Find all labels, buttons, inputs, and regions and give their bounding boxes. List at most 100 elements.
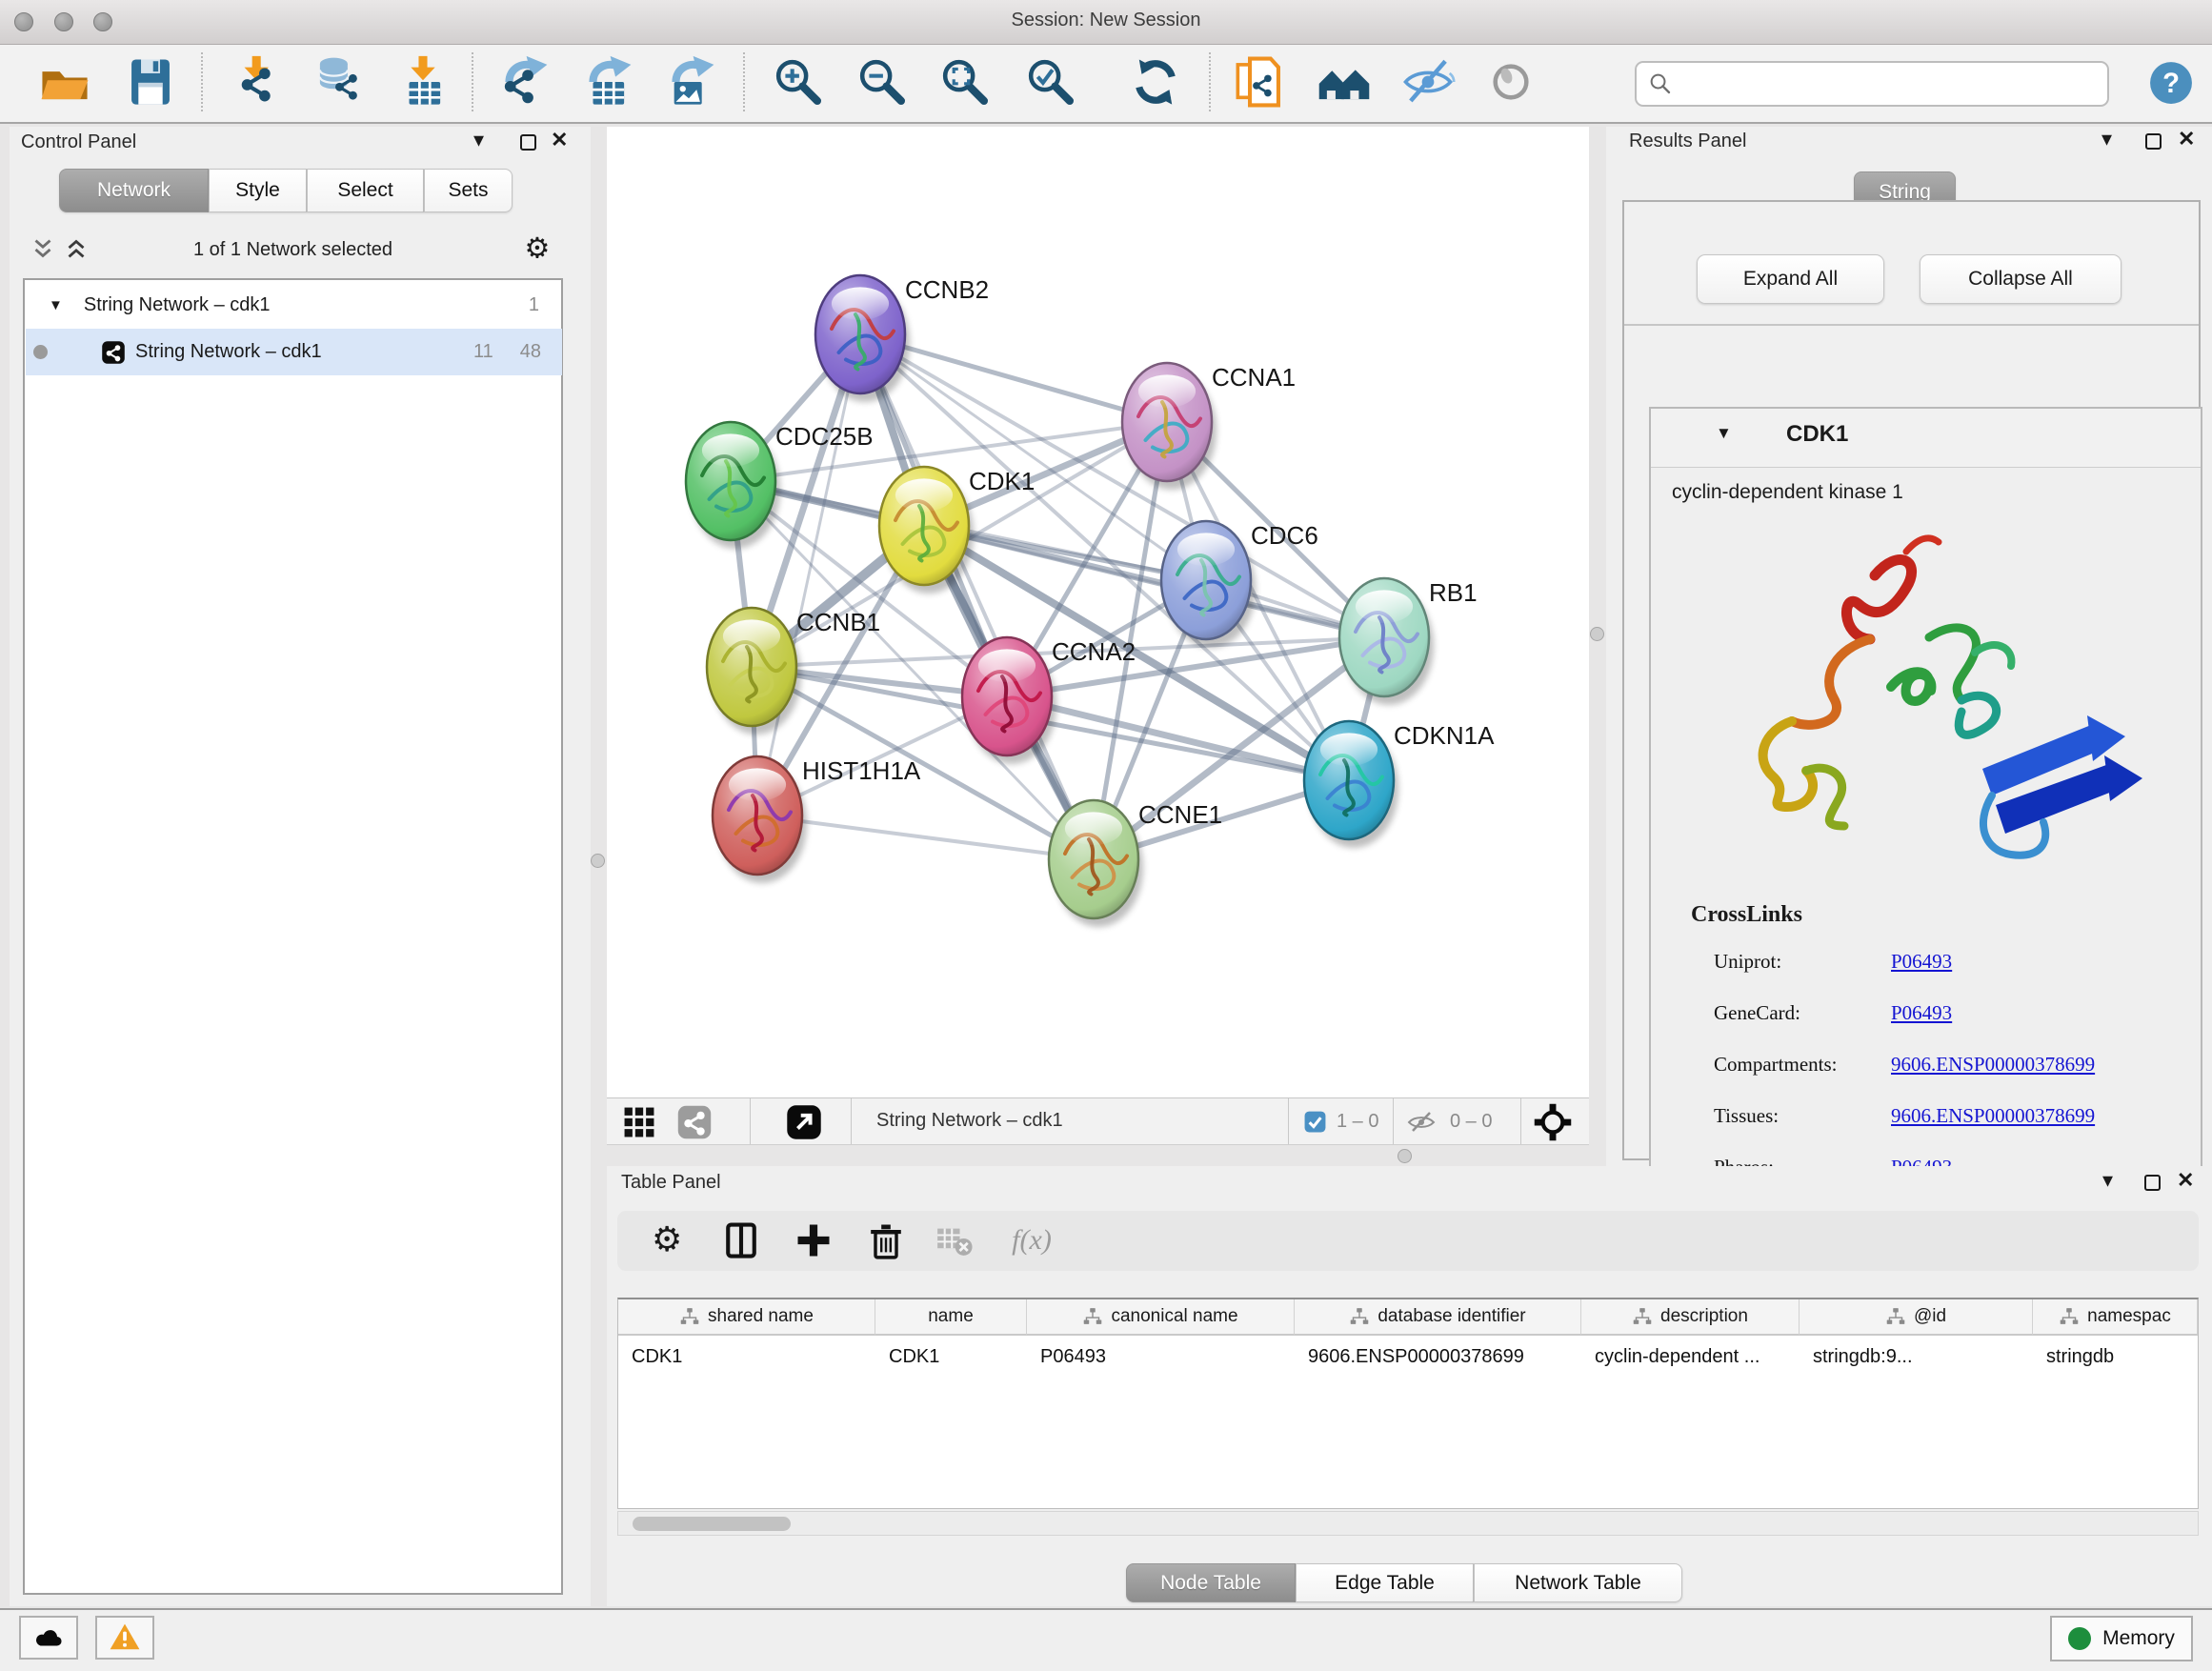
left-splitter-handle[interactable] bbox=[591, 854, 605, 868]
import-table-file-icon[interactable] bbox=[395, 54, 451, 110]
warning-button[interactable] bbox=[95, 1616, 154, 1660]
network-canvas[interactable]: CCNB2 CCNA1 CDC25B CDK1 CDC6 RB1 CCNB1 C… bbox=[607, 127, 1589, 1097]
crosslink-compartments-link[interactable]: 9606.ENSP00000378699 bbox=[1891, 1053, 2095, 1077]
import-network-file-icon[interactable] bbox=[231, 54, 286, 110]
zoom-in-icon[interactable] bbox=[771, 54, 826, 110]
tab-edge-table[interactable]: Edge Table bbox=[1296, 1563, 1474, 1602]
table-cell[interactable]: CDK1 bbox=[618, 1338, 875, 1376]
gear-icon[interactable]: ⚙ bbox=[646, 1219, 688, 1261]
node-label-CCNB1: CCNB1 bbox=[796, 608, 880, 636]
toolbar-separator bbox=[201, 52, 203, 111]
gear-icon[interactable]: ⚙ bbox=[518, 230, 556, 268]
crosslink-row: Tissues:9606.ENSP00000378699 bbox=[1651, 1102, 2201, 1135]
table-horizontal-scrollbar[interactable] bbox=[617, 1511, 2199, 1536]
node-RB1[interactable] bbox=[1339, 578, 1434, 705]
node-HIST1H1A[interactable] bbox=[713, 756, 807, 883]
scrollbar-thumb[interactable] bbox=[633, 1517, 791, 1531]
column-header-namespac[interactable]: namespac bbox=[2033, 1299, 2198, 1336]
import-network-database-icon[interactable] bbox=[310, 54, 365, 110]
panel-float-icon[interactable] bbox=[2144, 1175, 2161, 1191]
memory-button[interactable]: Memory bbox=[2050, 1616, 2193, 1661]
table-cell[interactable]: stringdb:9... bbox=[1800, 1338, 2033, 1376]
column-header-description[interactable]: description bbox=[1581, 1299, 1800, 1336]
tab-network[interactable]: Network bbox=[59, 169, 209, 212]
share-view-icon[interactable] bbox=[676, 1104, 713, 1140]
hide-panels-icon[interactable] bbox=[1400, 54, 1456, 110]
cloud-button[interactable] bbox=[19, 1616, 78, 1660]
search-input[interactable] bbox=[1682, 64, 2107, 104]
export-image-icon[interactable] bbox=[662, 54, 717, 110]
refresh-view-icon[interactable] bbox=[1128, 54, 1183, 110]
panel-close-icon[interactable]: ✕ bbox=[551, 131, 568, 150]
delete-column-icon[interactable] bbox=[865, 1219, 907, 1261]
hidden-eye-slash-icon[interactable] bbox=[1406, 1107, 1437, 1137]
function-builder-icon[interactable]: f(x) bbox=[998, 1219, 1065, 1261]
delete-table-icon[interactable] bbox=[934, 1219, 975, 1261]
zoom-selected-icon[interactable] bbox=[1023, 54, 1078, 110]
panel-menu-caret-icon[interactable]: ▾ bbox=[473, 131, 484, 150]
column-header-shared-name[interactable]: shared name bbox=[618, 1299, 875, 1336]
table-cell[interactable]: cyclin-dependent ... bbox=[1581, 1338, 1800, 1376]
selected-checkbox-icon[interactable] bbox=[1303, 1110, 1327, 1134]
node-CCNB2[interactable] bbox=[815, 275, 910, 402]
tab-network-table[interactable]: Network Table bbox=[1474, 1563, 1682, 1602]
gene-section-header[interactable]: ▼ CDK1 bbox=[1651, 409, 2201, 468]
columns-icon[interactable] bbox=[720, 1219, 762, 1261]
zoom-out-icon[interactable] bbox=[855, 54, 910, 110]
open-in-window-icon[interactable] bbox=[784, 1102, 824, 1142]
save-session-icon[interactable] bbox=[123, 54, 178, 110]
open-session-icon[interactable] bbox=[37, 54, 92, 110]
panel-close-icon[interactable]: ✕ bbox=[2178, 130, 2195, 149]
column-header-id[interactable]: @id bbox=[1800, 1299, 2033, 1336]
grid-view-icon[interactable] bbox=[621, 1104, 657, 1140]
export-network-file-icon[interactable] bbox=[495, 54, 551, 110]
string-home-icon[interactable] bbox=[1317, 54, 1372, 110]
node-CCNA2[interactable] bbox=[962, 637, 1056, 764]
tab-select[interactable]: Select bbox=[307, 169, 424, 212]
network-status-dot-icon bbox=[33, 345, 48, 359]
column-header-name[interactable]: name bbox=[875, 1299, 1027, 1336]
crosslink-uniprot-link[interactable]: P06493 bbox=[1891, 950, 1952, 974]
show-panels-icon[interactable] bbox=[1483, 54, 1538, 110]
expand-all-button[interactable]: Expand All bbox=[1697, 254, 1884, 304]
node-CDKN1A[interactable] bbox=[1304, 721, 1398, 848]
node-label-CCNB2: CCNB2 bbox=[905, 275, 989, 304]
add-column-icon[interactable] bbox=[793, 1219, 835, 1261]
collapse-all-button[interactable]: Collapse All bbox=[1920, 254, 2122, 304]
help-button[interactable]: ? bbox=[2146, 58, 2196, 108]
column-header-database-identifier[interactable]: database identifier bbox=[1295, 1299, 1581, 1336]
node-CCNE1[interactable] bbox=[1049, 800, 1143, 927]
table-cell[interactable]: CDK1 bbox=[875, 1338, 1027, 1376]
export-table-file-icon[interactable] bbox=[579, 54, 634, 110]
tab-sets[interactable]: Sets bbox=[424, 169, 513, 212]
share-document-icon[interactable] bbox=[1232, 54, 1287, 110]
network-row-selected[interactable]: String Network – cdk1 11 48 bbox=[26, 329, 562, 375]
table-cell[interactable]: stringdb bbox=[2033, 1338, 2198, 1376]
tab-style[interactable]: Style bbox=[209, 169, 307, 212]
crosshair-icon[interactable] bbox=[1532, 1101, 1574, 1143]
crosslink-genecard-link[interactable]: P06493 bbox=[1891, 1001, 1952, 1025]
column-label: canonical name bbox=[1111, 1306, 1237, 1327]
panel-menu-caret-icon[interactable]: ▾ bbox=[2102, 1171, 2113, 1190]
column-header-canonical-name[interactable]: canonical name bbox=[1027, 1299, 1295, 1336]
network-collection-row[interactable]: ▼ String Network – cdk1 1 bbox=[26, 282, 562, 329]
panel-float-icon[interactable] bbox=[2145, 133, 2162, 150]
node-CDC6[interactable] bbox=[1161, 521, 1256, 648]
right-splitter-handle[interactable] bbox=[1590, 627, 1604, 641]
edge-CCNB2-HIST1H1A[interactable] bbox=[757, 334, 860, 815]
panel-close-icon[interactable]: ✕ bbox=[2177, 1171, 2194, 1190]
table-cell[interactable]: 9606.ENSP00000378699 bbox=[1295, 1338, 1581, 1376]
column-label: description bbox=[1660, 1306, 1748, 1327]
crosslink-tissues-link[interactable]: 9606.ENSP00000378699 bbox=[1891, 1104, 2095, 1128]
collapse-triangle-icon[interactable]: ▼ bbox=[49, 297, 63, 313]
section-collapse-triangle-icon[interactable]: ▼ bbox=[1716, 424, 1732, 443]
bottom-splitter-handle[interactable] bbox=[1398, 1149, 1412, 1163]
tab-node-table[interactable]: Node Table bbox=[1126, 1563, 1296, 1602]
panel-float-icon[interactable] bbox=[520, 134, 536, 151]
panel-menu-caret-icon[interactable]: ▾ bbox=[2101, 130, 2112, 149]
zoom-fit-icon[interactable] bbox=[937, 54, 993, 110]
edge-HIST1H1A-CCNE1[interactable] bbox=[757, 815, 1094, 859]
table-cell[interactable]: P06493 bbox=[1027, 1338, 1295, 1376]
node-CCNB1[interactable] bbox=[707, 608, 801, 735]
node-label-CDC6: CDC6 bbox=[1251, 521, 1318, 550]
